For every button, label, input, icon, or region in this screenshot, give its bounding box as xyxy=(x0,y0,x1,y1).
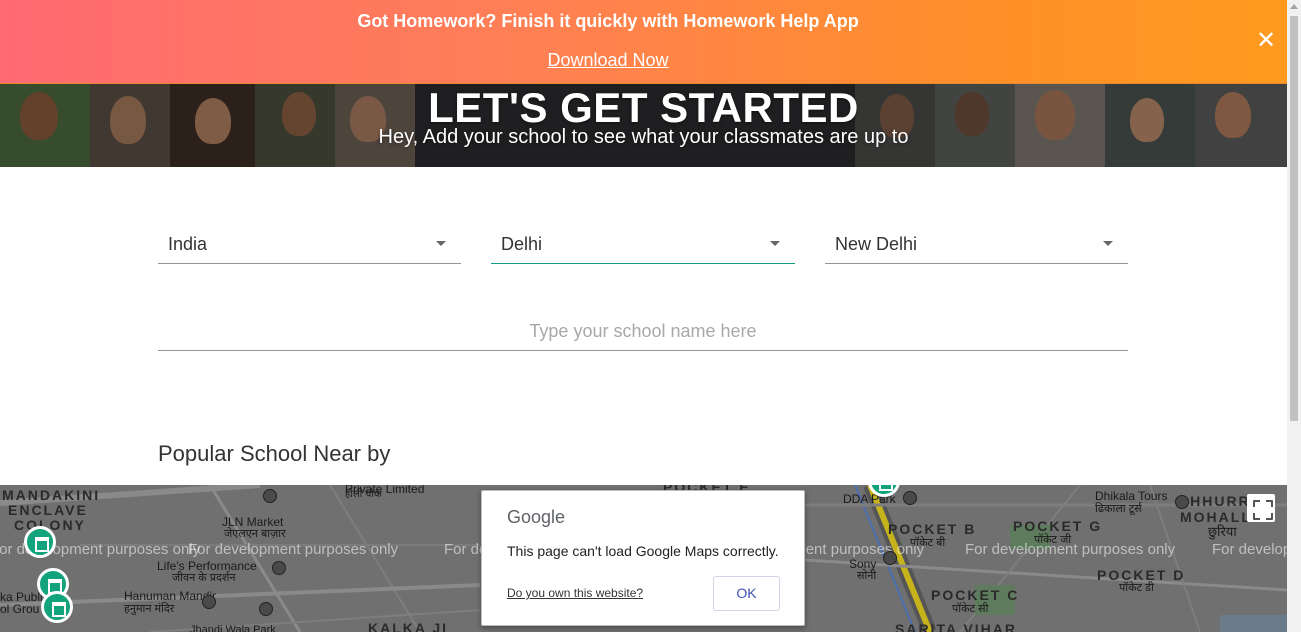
google-logo: Google xyxy=(507,507,566,527)
map-label: पॉकेट डी xyxy=(1119,582,1154,594)
map-label: POCKET B xyxy=(888,521,977,537)
dialog-message: This page can't load Google Maps correct… xyxy=(507,543,779,559)
poi-icon[interactable] xyxy=(272,561,286,575)
map-label: POCKET D xyxy=(1097,567,1186,583)
country-value: India xyxy=(168,234,208,254)
map-label: ENCLAVE xyxy=(8,502,88,518)
map-label: ढिकाला टूर्स xyxy=(1095,503,1142,515)
map-label: Dhikala Tours xyxy=(1095,489,1168,503)
map-label: Life's Performance xyxy=(157,559,257,573)
dropdown-arrow-icon xyxy=(1103,241,1113,246)
map-label: होली चौक xyxy=(345,489,382,500)
map-label: जीवन के प्रदर्शन xyxy=(172,572,236,584)
close-icon[interactable]: ✕ xyxy=(1255,29,1277,53)
page: Got Homework? Finish it quickly with Hom… xyxy=(0,0,1301,632)
download-now-link[interactable]: Download Now xyxy=(0,50,1216,71)
poi-icon[interactable] xyxy=(1175,495,1189,509)
country-select[interactable]: India xyxy=(158,224,461,264)
promo-banner: Got Homework? Finish it quickly with Hom… xyxy=(0,0,1287,84)
map-label: पॉकेट जी xyxy=(1034,534,1072,546)
fullscreen-icon[interactable] xyxy=(1247,494,1275,522)
own-website-link[interactable]: Do you own this website? xyxy=(507,586,643,600)
map-watermark: For development purposes only xyxy=(188,541,399,558)
school-marker-icon[interactable] xyxy=(41,591,73,623)
hero-banner: LET'S GET STARTED Hey, Add your school t… xyxy=(0,84,1287,167)
shopping-bag-icon[interactable] xyxy=(883,551,897,565)
city-value: New Delhi xyxy=(835,234,918,254)
ok-button[interactable]: OK xyxy=(713,576,780,611)
school-search-input[interactable] xyxy=(158,312,1128,351)
maps-error-dialog: Google This page can't load Google Maps … xyxy=(481,490,805,626)
scroll-thumb[interactable] xyxy=(1290,16,1298,421)
hero-title: LET'S GET STARTED xyxy=(428,84,859,131)
promo-text: Got Homework? Finish it quickly with Hom… xyxy=(357,11,859,31)
hero-subtitle: Hey, Add your school to see what your cl… xyxy=(378,126,909,148)
scrollbar[interactable] xyxy=(1287,0,1301,632)
scroll-up-icon[interactable] xyxy=(1290,4,1298,9)
map-label: हनुमान मंदिर xyxy=(124,603,175,615)
map-label: POCKET C xyxy=(931,587,1020,603)
dropdown-arrow-icon xyxy=(436,241,446,246)
map-label: Sony xyxy=(849,557,877,571)
map-label: छुरिया xyxy=(1208,524,1237,539)
map-label: SARITA VIHAR xyxy=(895,621,1017,632)
state-value: Delhi xyxy=(501,234,543,254)
map-label: Jhandi Wala Park xyxy=(190,624,276,632)
park-icon[interactable] xyxy=(903,491,917,505)
map-label: सोनी xyxy=(857,570,877,582)
map-label: जेएलएन बाज़ार xyxy=(224,528,286,540)
state-select[interactable]: Delhi xyxy=(491,224,795,264)
map-label: JLN Market xyxy=(222,515,284,529)
map-watermark: For development purposes only xyxy=(1212,541,1287,558)
map-label: POCKET G xyxy=(1013,518,1103,534)
city-select[interactable]: New Delhi xyxy=(825,224,1128,264)
poi-icon[interactable] xyxy=(259,602,273,616)
temple-icon[interactable] xyxy=(202,595,216,609)
map-label: पॉकेट सी xyxy=(952,603,989,615)
map-label: ol Grou xyxy=(0,602,40,616)
map-label: MANDAKINI xyxy=(2,487,101,503)
popular-schools-heading: Popular School Near by xyxy=(158,441,391,466)
shopping-bag-icon[interactable] xyxy=(263,489,277,503)
map-label: पॉकेट बी xyxy=(910,537,946,549)
school-marker-icon[interactable] xyxy=(24,526,56,558)
map-label: KALKA JI xyxy=(368,620,449,632)
dropdown-arrow-icon xyxy=(770,241,780,246)
